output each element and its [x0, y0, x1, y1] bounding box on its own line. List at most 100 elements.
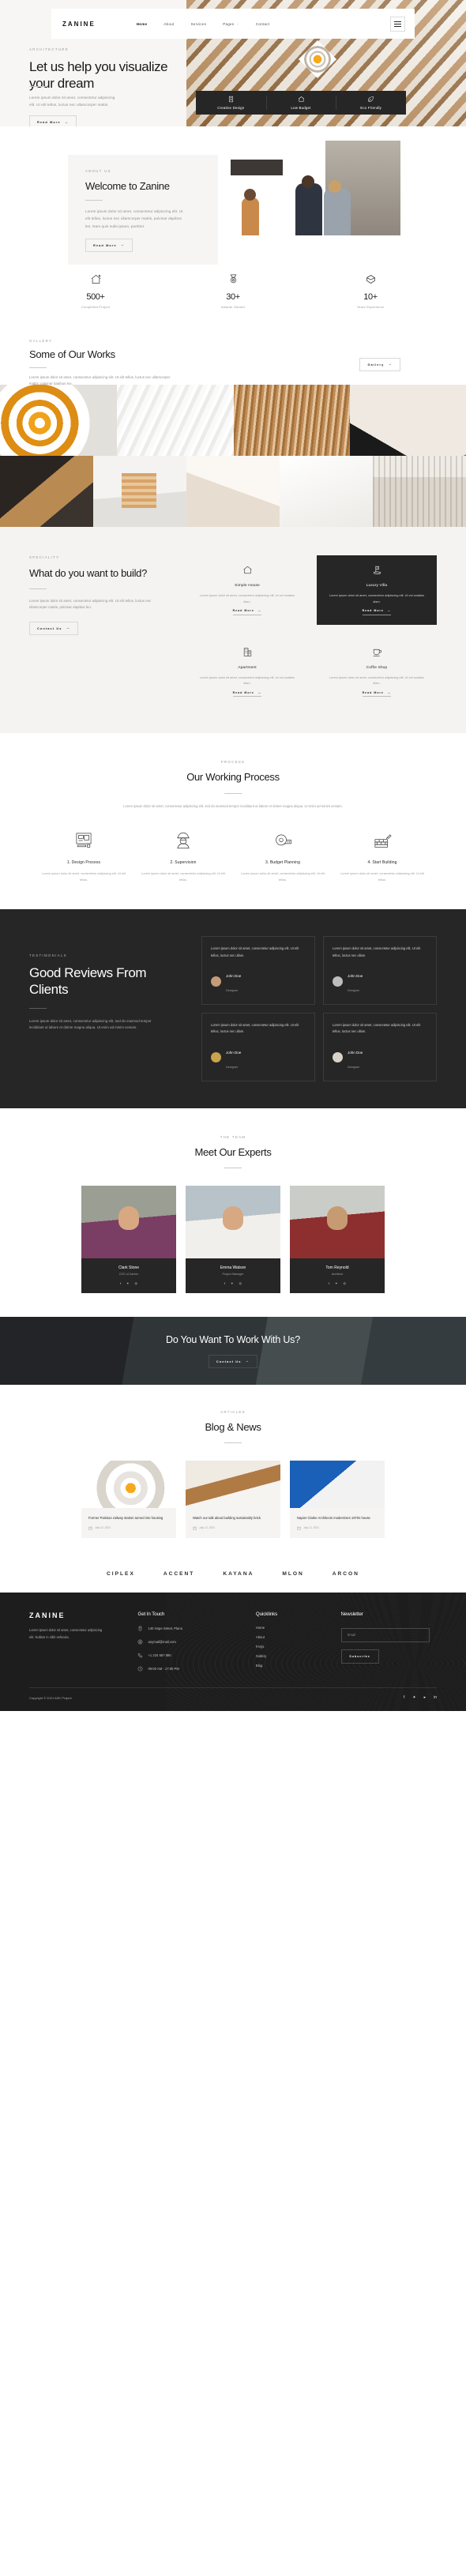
member-role: Architect: [331, 1273, 344, 1277]
nav-item-pages[interactable]: Pages ⌄: [223, 22, 239, 26]
cta-contact-button[interactable]: Contact Us →: [208, 1354, 258, 1368]
twitter-icon[interactable]: ✦: [335, 1281, 337, 1285]
card-read-more[interactable]: Read More →: [232, 609, 262, 615]
divider: [224, 792, 242, 794]
stat-caption: Awards Gained: [221, 305, 245, 309]
newsletter-email-input[interactable]: [340, 1627, 430, 1642]
blog-post-card[interactable]: Napier Clarke Architects modernises 1970…: [290, 1461, 385, 1539]
footer-email[interactable]: anymail@mail.com: [137, 1639, 239, 1645]
nav-item-home[interactable]: Home: [137, 22, 148, 26]
footer-link-about[interactable]: About: [256, 1635, 325, 1639]
gallery-image-stair-detail[interactable]: [93, 456, 186, 527]
blog-post-card[interactable]: Watch our talk about building sustainabl…: [186, 1461, 280, 1539]
footer-link-blog[interactable]: Blog: [256, 1664, 325, 1668]
process-section: PROCESS Our Working Process Lorem ipsum …: [0, 733, 466, 910]
speciality-card-simple-house[interactable]: Simple House Lorem ipsum dolor sit amet,…: [187, 555, 307, 625]
newsletter-subscribe-button[interactable]: Subscribe: [340, 1649, 379, 1664]
hamburger-icon[interactable]: [390, 16, 405, 32]
twitter-icon[interactable]: ✦: [126, 1281, 129, 1285]
card-read-more[interactable]: Read More →: [232, 690, 262, 698]
card-text: Lorem ipsum dolor sit amet, consectetur …: [329, 675, 425, 686]
blog-posts: Former Parisian railway station turned i…: [0, 1461, 466, 1539]
speciality-card-apartment[interactable]: Apartment Lorem ipsum dolor sit amet, co…: [187, 637, 307, 707]
step-text: Lorem ipsum dolor sit amet, consectetur …: [241, 871, 325, 882]
gallery-header: GALLERY Some of Our Works Lorem ipsum do…: [0, 329, 466, 385]
facebook-icon[interactable]: f: [120, 1281, 121, 1285]
feature-creative-design[interactable]: Creative Design: [196, 91, 266, 115]
footer-contact-title: Get In Touch: [137, 1611, 165, 1618]
process-step-supervision: 2. Supervision Lorem ipsum dolor sit ame…: [141, 830, 226, 882]
nav-item-about[interactable]: About: [163, 22, 174, 26]
divider: [29, 1007, 47, 1009]
footer-link-gallery[interactable]: Gallery: [256, 1654, 325, 1658]
gallery-section: GALLERY Some of Our Works Lorem ipsum do…: [0, 329, 466, 527]
twitter-icon[interactable]: ✦: [231, 1281, 233, 1285]
speciality-card-coffie-shop[interactable]: Coffie Shop Lorem ipsum dolor sit amet, …: [317, 637, 437, 707]
site-logo[interactable]: ZANINE: [62, 21, 96, 28]
gallery-image-dark-interior[interactable]: [0, 456, 93, 527]
hero-read-more-button[interactable]: Read More →: [29, 115, 77, 126]
blog-post-card[interactable]: Former Parisian railway station turned i…: [81, 1461, 176, 1539]
post-title: Former Parisian railway station turned i…: [88, 1516, 163, 1521]
youtube-icon[interactable]: ▸: [424, 1695, 427, 1700]
speciality-card-luxury-villa[interactable]: Luxury Villa Lorem ipsum dolor sit amet,…: [317, 555, 437, 625]
stat-caption: Completed Project: [81, 305, 111, 309]
testimonial-role: Designer: [226, 989, 239, 993]
twitter-icon[interactable]: ✦: [412, 1695, 415, 1700]
stat-value: 500+: [86, 292, 105, 302]
instagram-icon[interactable]: ◎: [134, 1281, 137, 1285]
testimonial-cards: Lorem ipsum dolor sit amet, consectetur …: [201, 936, 437, 1081]
facebook-icon[interactable]: f: [224, 1281, 225, 1285]
diamond-icon: [365, 273, 377, 289]
clock-icon: [138, 1667, 143, 1672]
speciality-contact-button[interactable]: Contact Us →: [29, 621, 79, 635]
footer-bottom-bar: Copyright © 2021 ASK Project f ✦ ▸ in: [29, 1687, 437, 1711]
testimonial-card: Lorem ipsum dolor sit amet, consectetur …: [323, 936, 437, 1006]
feature-eco-friendly[interactable]: Eco Friendly: [336, 91, 406, 115]
gallery-image-wood-ceiling[interactable]: [234, 385, 350, 456]
post-thumbnail: [81, 1461, 176, 1509]
footer-logo[interactable]: ZANINE: [29, 1611, 122, 1619]
step-title: 2. Supervision: [170, 860, 197, 866]
feature-low-budget[interactable]: Low Budget: [265, 91, 336, 115]
about-read-more-button[interactable]: Read More →: [85, 238, 133, 252]
card-read-more[interactable]: Read More →: [362, 609, 392, 615]
footer-link-faqs[interactable]: FAQs: [256, 1645, 325, 1649]
gallery-button[interactable]: Gallery →: [359, 358, 400, 371]
gallery-image-atrium-hall[interactable]: [373, 456, 466, 527]
gallery-image-white-facade[interactable]: [117, 385, 234, 456]
member-name: Emma Watson: [220, 1265, 246, 1271]
speciality-contact-label: Contact Us: [37, 626, 62, 630]
gallery-image-ramp-detail[interactable]: [186, 456, 280, 527]
instagram-icon[interactable]: ◎: [343, 1281, 346, 1285]
divider: [29, 367, 47, 369]
blog-eyebrow: ARTICLES: [220, 1410, 246, 1415]
hero-eyebrow: ARCHITECTURE: [29, 47, 69, 51]
post-date: July 12, 2021: [297, 1526, 378, 1530]
nav-item-services[interactable]: Services: [191, 22, 207, 26]
arrow-right-icon: →: [388, 362, 393, 367]
cta-button-label: Contact Us: [216, 1359, 242, 1363]
card-read-more[interactable]: Read More →: [362, 690, 392, 698]
footer-phone[interactable]: +1 234 567 890: [137, 1653, 239, 1658]
gallery-image-curved-wall[interactable]: [350, 385, 466, 456]
team-member-card[interactable]: Emma Watson Project Manager f ✦ ◎: [186, 1186, 280, 1294]
team-member-card[interactable]: Tom Reynold Architect f ✦ ◎: [290, 1186, 385, 1294]
card-title: Luxury Villa: [366, 584, 388, 588]
step-title: 1. Design Process: [66, 860, 101, 866]
footer-quicklinks-column: Quicklinks Home About FAQs Gallery Blog: [256, 1611, 325, 1672]
gallery-image-pale-room[interactable]: [280, 456, 373, 527]
flag-icon: [372, 565, 382, 579]
team-eyebrow: THE TEAM: [220, 1134, 246, 1139]
gallery-image-spiral[interactable]: [0, 385, 117, 456]
footer-link-home[interactable]: Home: [256, 1626, 325, 1630]
divider: [29, 86, 47, 87]
feature-label: Eco Friendly: [360, 106, 382, 110]
testimonial-quote: Lorem ipsum dolor sit amet, consectetur …: [211, 1023, 299, 1034]
team-member-card[interactable]: Clark Stone CEO of Zanine f ✦ ◎: [81, 1186, 176, 1294]
linkedin-icon[interactable]: in: [434, 1695, 437, 1700]
process-paragraph: Lorem ipsum dolor sit amet, consectetur …: [123, 803, 343, 808]
speciality-section: SPECIALITY What do you want to build? Lo…: [0, 527, 466, 734]
nav-item-contact[interactable]: Contact: [256, 22, 270, 26]
instagram-icon[interactable]: ◎: [239, 1281, 242, 1285]
